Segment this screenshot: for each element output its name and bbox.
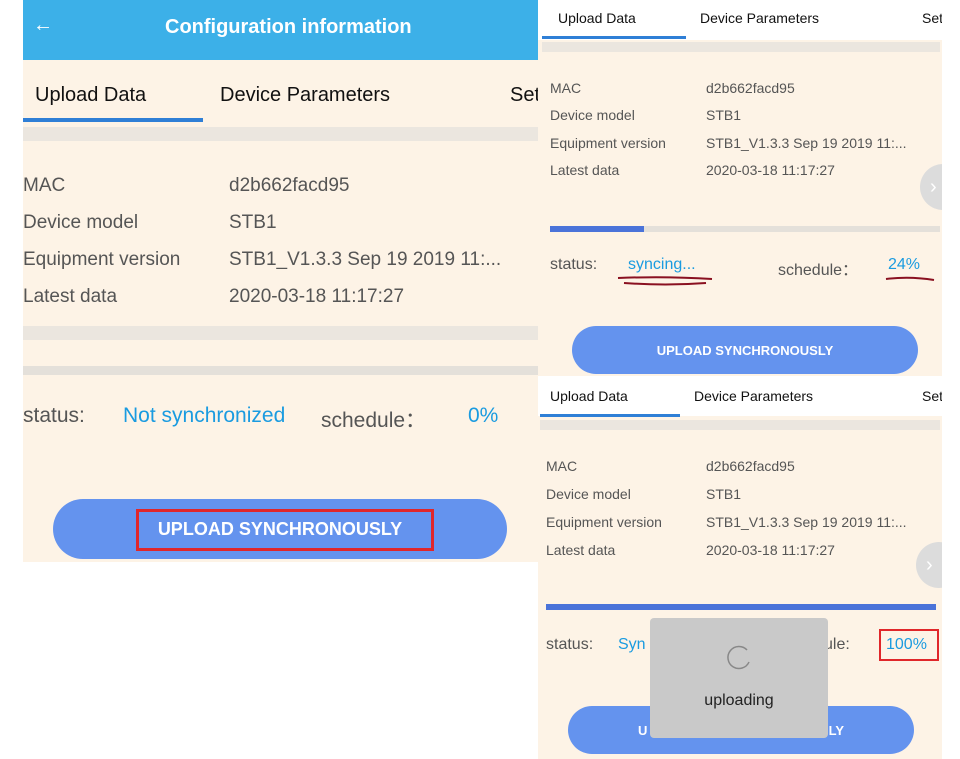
tab-device-parameters[interactable]: Device Parameters	[700, 10, 819, 26]
mac-label: MAC	[550, 80, 582, 96]
button-highlight-box	[136, 509, 434, 551]
active-tab-indicator	[542, 36, 686, 39]
latest-data-label: Latest data	[546, 542, 616, 558]
equipment-version-value: STB1_V1.3.3 Sep 19 2019 11:...	[706, 514, 907, 530]
tab-set[interactable]: Set	[922, 10, 942, 26]
equipment-version-label: Equipment version	[550, 135, 666, 151]
latest-data-value: 2020-03-18 11:17:27	[229, 286, 405, 307]
device-model-label: Device model	[23, 212, 139, 233]
upload-button-label: UPLOAD SYNCHRONOUSLY	[656, 342, 834, 358]
next-page-button[interactable]: ›	[920, 164, 942, 210]
schedule-highlight-box	[879, 629, 939, 661]
info-divider	[23, 326, 538, 340]
chevron-right-icon: ›	[930, 176, 937, 198]
mac-value: d2b662facd95	[229, 175, 350, 196]
tab-divider	[23, 127, 538, 141]
top-right-screen: Upload Data Device Parameters Set MAC d2…	[538, 0, 942, 376]
tab-device-parameters[interactable]: Device Parameters	[220, 84, 390, 107]
equipment-version-value: STB1_V1.3.3 Sep 19 2019 11:...	[229, 249, 502, 270]
equipment-version-value: STB1_V1.3.3 Sep 19 2019 11:...	[706, 135, 907, 151]
latest-data-label: Latest data	[550, 162, 620, 178]
device-model-value: STB1	[706, 486, 742, 502]
active-tab-indicator	[540, 414, 680, 417]
tab-divider	[542, 42, 940, 52]
tab-upload-data[interactable]: Upload Data	[35, 84, 146, 107]
status-value: Not synchronized	[123, 404, 286, 427]
upload-button-label-left: U	[638, 722, 648, 738]
tab-upload-data[interactable]: Upload Data	[550, 388, 628, 404]
progress-track	[550, 226, 940, 232]
status-label: status:	[23, 404, 85, 427]
mac-label: MAC	[23, 175, 66, 196]
mac-value: d2b662facd95	[706, 80, 795, 96]
device-model-label: Device model	[546, 486, 631, 502]
status-label: status:	[550, 256, 598, 273]
next-page-button[interactable]: ›	[916, 542, 942, 588]
latest-data-value: 2020-03-18 11:17:27	[706, 162, 835, 178]
chevron-right-icon: ›	[926, 554, 933, 576]
tab-set[interactable]: Set	[510, 84, 538, 107]
uploading-text: uploading	[704, 692, 774, 709]
latest-data-label: Latest data	[23, 286, 118, 307]
left-screen: ← Configuration information Upload Data …	[23, 0, 538, 562]
schedule-label: schedule：	[778, 262, 859, 279]
device-model-value: STB1	[706, 107, 742, 123]
schedule-underline	[885, 276, 935, 281]
progress-track	[23, 366, 538, 375]
uploading-dialog: uploading	[650, 618, 828, 738]
tab-divider	[540, 420, 940, 430]
spinner-icon	[727, 645, 750, 670]
progress-fill	[550, 226, 644, 232]
upload-synchronously-button[interactable]: UPLOAD SYNCHRONOUSLY	[572, 326, 918, 374]
status-underline	[617, 276, 713, 286]
page-title: Configuration information	[165, 16, 412, 38]
schedule-value: 0%	[468, 404, 499, 427]
tab-upload-data[interactable]: Upload Data	[558, 10, 636, 26]
mac-label: MAC	[546, 458, 578, 474]
upload-button-label-right: LY	[828, 722, 844, 738]
device-model-value: STB1	[229, 212, 277, 233]
progress-fill	[546, 604, 936, 610]
equipment-version-label: Equipment version	[23, 249, 181, 270]
device-model-label: Device model	[550, 107, 635, 123]
bottom-right-screen: Upload Data Device Parameters Set MAC d2…	[538, 376, 942, 759]
tab-device-parameters[interactable]: Device Parameters	[694, 388, 813, 404]
tab-set[interactable]: Set	[922, 388, 942, 404]
progress-track	[546, 604, 936, 610]
active-tab-indicator	[23, 118, 203, 122]
back-arrow-icon[interactable]: ←	[33, 14, 53, 37]
header-bar: ← Configuration information	[23, 0, 538, 60]
status-value: Syn	[618, 636, 646, 653]
status-value: syncing...	[628, 256, 696, 273]
schedule-value: 24%	[888, 256, 921, 273]
latest-data-value: 2020-03-18 11:17:27	[706, 542, 835, 558]
status-label: status:	[546, 636, 594, 653]
equipment-version-label: Equipment version	[546, 514, 662, 530]
schedule-label: schedule：	[321, 409, 427, 432]
mac-value: d2b662facd95	[706, 458, 795, 474]
